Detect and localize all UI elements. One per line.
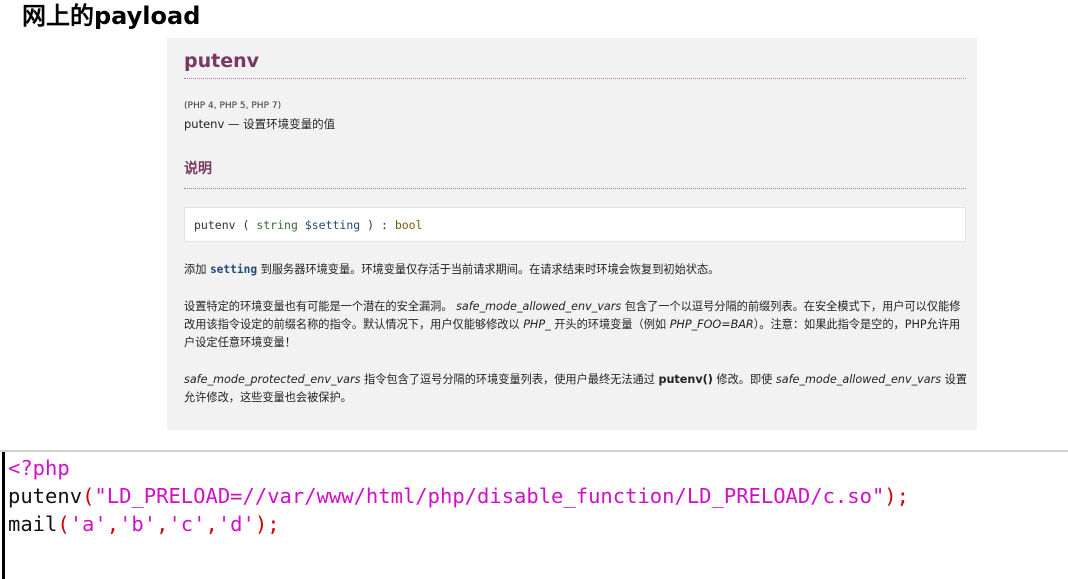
arg-c: 'c' [168, 512, 206, 536]
para2-italic-1: safe_mode_allowed_env_vars [456, 300, 622, 313]
comma: , [205, 512, 218, 536]
doc-paragraph-1: 添加 setting 到服务器环境变量。环境变量仅存活于当前请求期间。在请求结束… [184, 261, 968, 279]
arg-a: 'a' [69, 512, 107, 536]
php-doc-screenshot: putenv (PHP 4, PHP 5, PHP 7) putenv — 设置… [167, 38, 977, 430]
comma: , [106, 512, 120, 536]
synopsis-open: ( [235, 218, 257, 232]
para1-text-pre: 添加 [184, 263, 210, 276]
para2-text-3: 开头的环境变量（例如 [550, 318, 670, 331]
para3-putenv-bold: putenv() [658, 373, 713, 386]
doc-summary: putenv — 设置环境变量的值 [184, 117, 336, 131]
code-line-3: mail('a','b','c','d'); [8, 510, 280, 538]
synopsis-param-name: $setting [304, 218, 361, 232]
putenv-call: putenv [8, 484, 83, 508]
paren-close: ); [254, 512, 280, 536]
paren-close: ); [884, 484, 909, 508]
arg-d: 'd' [217, 512, 255, 536]
php-open-tag: <?php [8, 456, 70, 480]
synopsis-return-type: bool [394, 218, 423, 232]
code-editor[interactable]: <?php putenv("LD_PRELOAD=//var/www/html/… [0, 450, 1068, 579]
para1-setting-code: setting [209, 263, 258, 276]
page-heading: 网上的payload [22, 2, 201, 30]
comma: , [156, 512, 169, 536]
para3-italic-2: safe_mode_allowed_env_vars [775, 373, 942, 386]
mail-call: mail [8, 512, 58, 536]
code-line-2: putenv("LD_PRELOAD=//var/www/html/php/di… [8, 482, 909, 510]
synopsis-param-type: string [256, 218, 298, 232]
para1-text-post: 到服务器环境变量。环境变量仅存活于当前请求期间。在请求结束时环境会恢复到初始状态… [257, 263, 720, 276]
para3-text-1: 指令包含了逗号分隔的环境变量列表，使用户最终无法通过 [360, 373, 659, 386]
doc-versions: (PHP 4, PHP 5, PHP 7) [184, 101, 282, 111]
doc-paragraph-3: safe_mode_protected_env_vars 指令包含了逗号分隔的环… [184, 371, 968, 407]
doc-paragraph-2: 设置特定的环境变量也有可能是一个潜在的安全漏洞。 safe_mode_allow… [184, 298, 968, 352]
ld-preload-string: "LD_PRELOAD=//var/www/html/php/disable_f… [94, 484, 885, 508]
method-synopsis: putenv ( string $setting ) : bool [184, 207, 966, 242]
para3-italic-1: safe_mode_protected_env_vars [184, 373, 361, 386]
doc-section-title: 说明 [184, 161, 212, 177]
arg-b: 'b' [119, 512, 157, 536]
editor-cursor-bar [2, 452, 5, 579]
doc-section-divider [184, 188, 966, 189]
paren-open: ( [57, 512, 70, 536]
para3-text-2: 修改。即使 [712, 373, 776, 386]
doc-title-divider [184, 78, 966, 79]
synopsis-close: ) : [360, 218, 395, 232]
synopsis-function: putenv [194, 218, 236, 232]
doc-function-title: putenv [184, 50, 260, 72]
para2-italic-2: PHP_ [523, 318, 551, 331]
code-line-1: <?php [8, 454, 70, 482]
paren-open: ( [82, 484, 95, 508]
para2-italic-3: PHP_FOO=BAR [669, 318, 754, 331]
para2-text-1: 设置特定的环境变量也有可能是一个潜在的安全漏洞。 [184, 300, 457, 313]
